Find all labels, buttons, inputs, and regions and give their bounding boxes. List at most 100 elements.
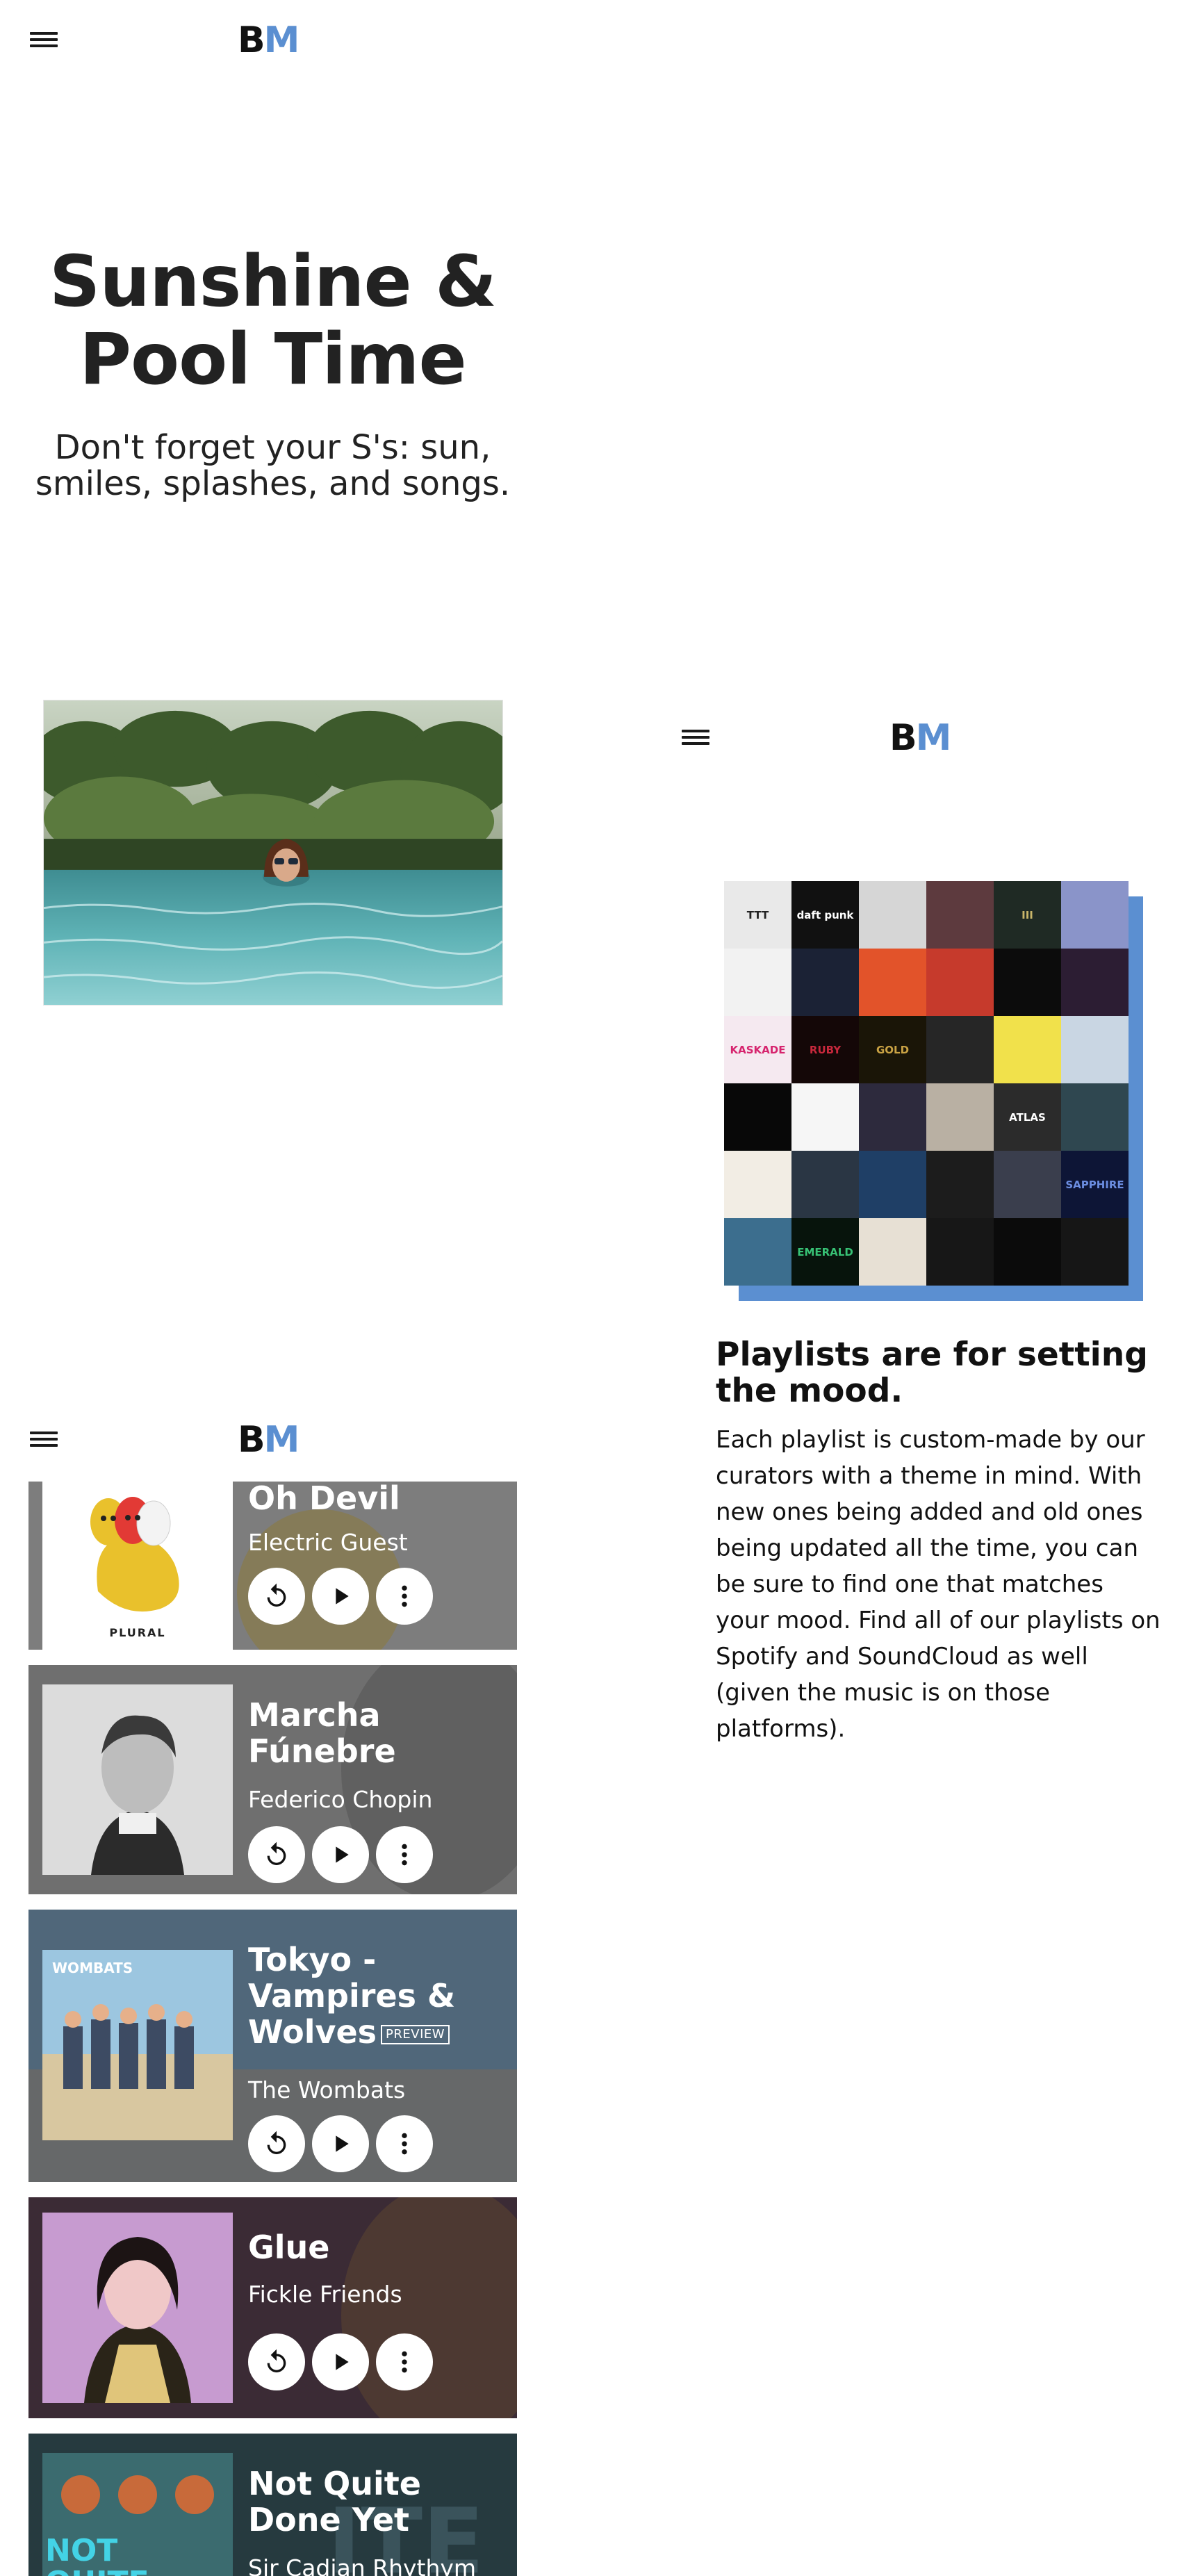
album-cover xyxy=(859,949,926,1016)
album-cover-label xyxy=(824,981,827,984)
track-card[interactable]: ITE NOT QUITE DONE YET Not Quite Done Ye… xyxy=(28,2434,517,2576)
track-card[interactable]: Marcha Fúnebre Federico Chopin xyxy=(28,1665,517,1894)
page-title: Sunshine & Pool Time xyxy=(49,240,497,401)
album-cover-label xyxy=(892,1251,894,1254)
album-cover xyxy=(859,1218,926,1286)
album-cover-label: III xyxy=(1021,908,1033,921)
menu-icon[interactable] xyxy=(30,29,58,50)
album-cover xyxy=(791,1151,859,1218)
album-cover-label xyxy=(1026,1049,1029,1051)
album-cover-label xyxy=(959,981,962,984)
replay-button[interactable] xyxy=(248,1826,305,1883)
preview-badge: PREVIEW xyxy=(381,2024,450,2044)
album-cover-label xyxy=(824,1116,827,1119)
album-cover xyxy=(724,1083,791,1151)
play-button[interactable] xyxy=(312,2333,369,2390)
album-cover xyxy=(994,1151,1061,1218)
album-cover-label xyxy=(959,914,962,917)
track-card[interactable]: PLURAL Oh Devil Electric Guest xyxy=(28,1482,517,1650)
track-list: PLURAL Oh Devil Electric Guest Marcha Fú xyxy=(28,1482,517,2576)
album-cover xyxy=(1061,1016,1129,1083)
track-card[interactable]: Glue Fickle Friends xyxy=(28,2197,517,2418)
play-icon xyxy=(336,2354,349,2370)
album-cover-label xyxy=(1026,1183,1029,1186)
menu-icon[interactable] xyxy=(30,1429,58,1450)
track-artist: Fickle Friends xyxy=(248,2281,402,2308)
track-artist: The Wombats xyxy=(248,2076,406,2103)
album-cover xyxy=(926,1218,994,1286)
album-art: WOMBATS xyxy=(42,1950,233,2140)
replay-icon xyxy=(267,2349,286,2372)
album-cover xyxy=(994,949,1061,1016)
album-cover-label xyxy=(892,914,894,917)
track-title: Oh Devil xyxy=(248,1482,400,1517)
more-button[interactable] xyxy=(376,2115,433,2172)
replay-button[interactable] xyxy=(248,1568,305,1625)
album-cover xyxy=(859,1083,926,1151)
album-cover: SAPPHIRE xyxy=(1061,1151,1129,1218)
album-cover xyxy=(926,881,994,949)
album-art-label: PLURAL xyxy=(109,1626,166,1639)
track-title: Tokyo - Vampires & Wolves PREVIEW xyxy=(248,1941,456,2051)
logo[interactable]: BM xyxy=(238,22,300,58)
replay-button[interactable] xyxy=(248,2115,305,2172)
album-cover-label xyxy=(892,1183,894,1186)
track-card[interactable]: WOMBATS Tokyo - Vampires & Wolves PREVIEW… xyxy=(28,1910,517,2182)
album-cover xyxy=(1061,1218,1129,1286)
album-cover-label xyxy=(892,1116,894,1119)
more-button[interactable] xyxy=(376,1826,433,1883)
album-cover xyxy=(994,1218,1061,1286)
track-title: Glue xyxy=(248,2229,330,2266)
album-art xyxy=(42,2213,233,2403)
album-cover-label: RUBY xyxy=(809,1043,842,1056)
album-cover xyxy=(724,1151,791,1218)
album-cover-label: SAPPHIRE xyxy=(1065,1178,1124,1191)
play-icon xyxy=(336,2135,349,2152)
logo[interactable]: BM xyxy=(238,1422,300,1458)
album-art: PLURAL xyxy=(42,1482,233,1650)
playlist-description: Each playlist is custom-made by our cura… xyxy=(716,1426,1160,1743)
album-cover: EMERALD xyxy=(791,1218,859,1286)
album-cover-label xyxy=(824,1183,827,1186)
album-cover xyxy=(1061,949,1129,1016)
album-cover-label xyxy=(959,1116,962,1119)
album-cover-label: TTT xyxy=(746,908,769,921)
album-cover-label xyxy=(757,1183,760,1186)
album-art-label: WOMBATS xyxy=(52,1960,133,1976)
album-art-label: NOT QUITE DONE YET xyxy=(45,2533,149,2576)
play-button[interactable] xyxy=(312,1826,369,1883)
logo[interactable]: BM xyxy=(889,720,951,756)
track-title: Marcha Fúnebre xyxy=(248,1696,396,1770)
album-cover-label xyxy=(1026,981,1029,984)
play-button[interactable] xyxy=(312,1568,369,1625)
album-cover xyxy=(926,1083,994,1151)
album-cover-label: KASKADE xyxy=(730,1043,786,1056)
track-artist: Federico Chopin xyxy=(248,1786,433,1813)
track-controls xyxy=(248,2115,433,2172)
album-cover: daft punk xyxy=(791,881,859,949)
play-button[interactable] xyxy=(312,2115,369,2172)
replay-icon xyxy=(267,1841,286,1865)
album-cover-label xyxy=(959,1183,962,1186)
replay-button[interactable] xyxy=(248,2333,305,2390)
album-cover-label xyxy=(1026,1251,1029,1254)
track-artist: Sir Cadian Rhythym xyxy=(248,2554,477,2576)
replay-icon xyxy=(267,2131,286,2154)
more-vertical-icon xyxy=(402,2351,407,2373)
track-controls xyxy=(248,1826,433,1883)
album-cover xyxy=(791,949,859,1016)
track-artist: Electric Guest xyxy=(248,1529,408,1556)
album-cover: ATLAS xyxy=(994,1083,1061,1151)
album-cover xyxy=(791,1083,859,1151)
track-title: Not Quite Done Yet xyxy=(248,2465,421,2538)
album-cover: KASKADE xyxy=(724,1016,791,1083)
album-cover-label xyxy=(1094,981,1097,984)
album-cover-label xyxy=(1094,914,1097,917)
album-cover-label xyxy=(892,981,894,984)
menu-icon[interactable] xyxy=(682,727,709,748)
more-button[interactable] xyxy=(376,1568,433,1625)
more-button[interactable] xyxy=(376,2333,433,2390)
album-cover xyxy=(859,881,926,949)
album-cover xyxy=(724,949,791,1016)
album-cover xyxy=(859,1151,926,1218)
